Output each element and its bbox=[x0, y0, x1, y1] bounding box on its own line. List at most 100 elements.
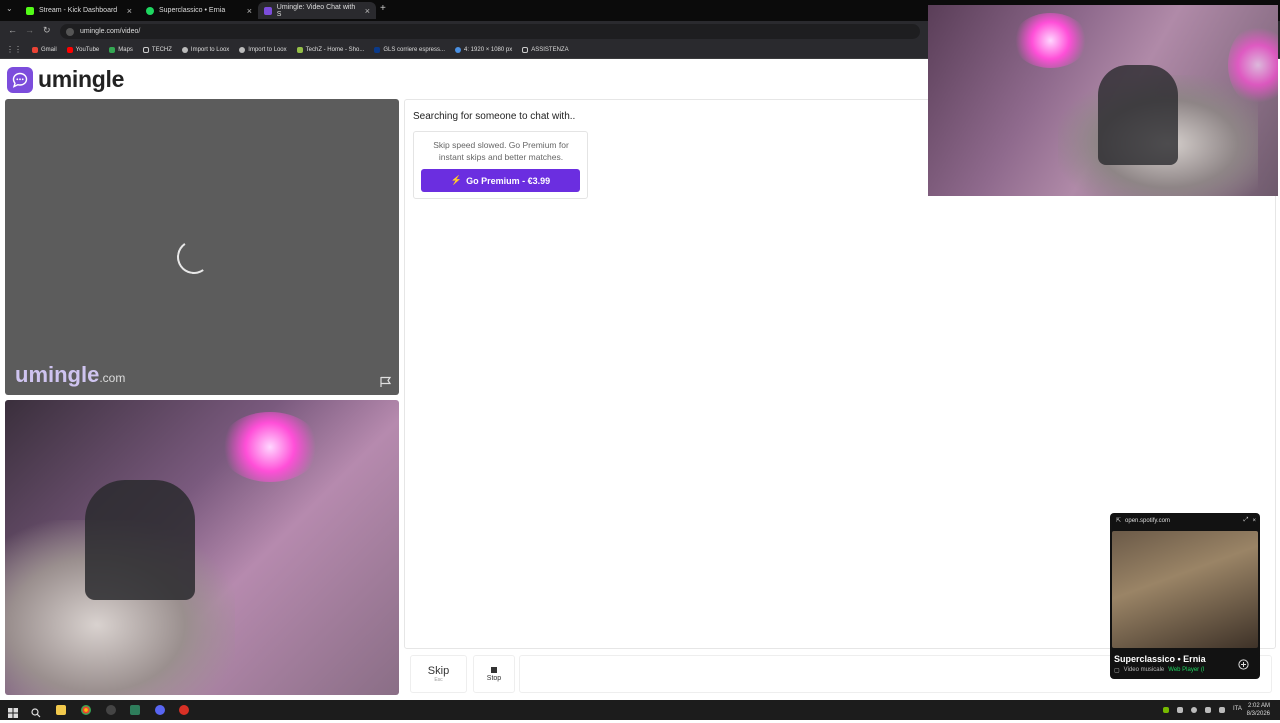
bookmark-import-loox-1[interactable]: Import to Loox bbox=[181, 46, 230, 53]
add-icon[interactable] bbox=[1238, 657, 1249, 675]
discord-icon[interactable] bbox=[155, 705, 165, 715]
spotify-header: ⇱ open.spotify.com ⤢ × bbox=[1116, 517, 1256, 524]
tab-search-icon[interactable]: ⌄ bbox=[6, 4, 13, 13]
track-title: Superclassico • Ernia bbox=[1114, 654, 1206, 664]
search-icon[interactable] bbox=[31, 705, 41, 718]
folder-icon bbox=[142, 46, 149, 53]
tab-label: Stream - Kick Dashboard bbox=[39, 7, 118, 14]
tab-umingle[interactable]: Umingle: Video Chat with S × bbox=[258, 2, 376, 19]
gls-icon bbox=[374, 46, 381, 53]
url-input[interactable]: umingle.com/video/ bbox=[60, 24, 920, 39]
bookmark-label: GLS corriere espress... bbox=[383, 46, 446, 53]
bookmark-label: YouTube bbox=[75, 46, 100, 53]
chrome-icon[interactable] bbox=[81, 705, 91, 715]
bookmark-maps[interactable]: Maps bbox=[109, 46, 133, 53]
bookmark-resolution[interactable]: 4: 1920 × 1080 px bbox=[455, 46, 513, 53]
bookmark-techz-home[interactable]: TechZ - Home - Sho... bbox=[296, 46, 365, 53]
logo-text: umingle bbox=[38, 66, 125, 92]
close-icon[interactable]: × bbox=[1252, 518, 1256, 524]
windows-taskbar: ITA 2:02 AM 8/3/2026 bbox=[0, 700, 1280, 720]
gmail-icon bbox=[32, 46, 38, 53]
track-subtitle: ▢ Video musicale Web Player (I bbox=[1114, 667, 1205, 674]
globe-icon bbox=[455, 46, 462, 53]
back-icon[interactable]: ← bbox=[8, 25, 17, 35]
close-icon[interactable]: × bbox=[247, 6, 252, 16]
tray-icon[interactable] bbox=[1191, 707, 1197, 713]
system-clock[interactable]: 2:02 AM 8/3/2026 bbox=[1247, 702, 1270, 718]
bookmark-label: ASSISTENZA bbox=[531, 46, 569, 53]
bookmark-techz[interactable]: TECHZ bbox=[142, 46, 172, 53]
premium-button-label: Go Premium - €3.99 bbox=[466, 175, 551, 186]
watermark-main: umingle bbox=[15, 362, 100, 387]
site-logo[interactable]: umingle bbox=[7, 66, 124, 93]
tab-label: Umingle: Video Chat with S bbox=[276, 3, 356, 18]
reload-icon[interactable]: ↻ bbox=[43, 25, 51, 36]
maps-icon bbox=[109, 46, 116, 53]
apps-icon[interactable]: ⋮⋮ bbox=[6, 45, 22, 54]
nvidia-tray-icon[interactable] bbox=[1163, 707, 1169, 713]
bookmark-import-loox-2[interactable]: Import to Loox bbox=[239, 46, 287, 53]
language-indicator[interactable]: ITA bbox=[1233, 706, 1242, 712]
globe-icon bbox=[181, 46, 188, 53]
clock-date: 8/3/2026 bbox=[1246, 711, 1270, 717]
stop-label: Stop bbox=[486, 674, 502, 682]
track-type: Video musicale bbox=[1123, 667, 1165, 673]
volume-icon[interactable] bbox=[1219, 707, 1225, 713]
new-tab-button[interactable]: + bbox=[380, 3, 386, 14]
neon-light bbox=[1013, 13, 1088, 68]
watermark-suffix: .com bbox=[99, 371, 126, 385]
self-video bbox=[5, 400, 399, 695]
site-info-icon[interactable] bbox=[66, 27, 74, 36]
app-icon[interactable] bbox=[179, 705, 189, 715]
bookmark-label: Import to Loox bbox=[190, 46, 230, 53]
forward-icon[interactable]: → bbox=[25, 25, 34, 35]
bookmark-label: TechZ - Home - Sho... bbox=[305, 46, 365, 53]
report-flag-icon[interactable] bbox=[379, 375, 393, 393]
file-explorer-icon[interactable] bbox=[56, 705, 66, 715]
clock-time: 2:02 AM bbox=[1247, 703, 1270, 709]
close-icon[interactable]: × bbox=[365, 6, 370, 16]
bookmark-youtube[interactable]: YouTube bbox=[66, 46, 100, 53]
youtube-icon bbox=[66, 46, 73, 53]
tab-kick-dashboard[interactable]: Stream - Kick Dashboard × bbox=[20, 2, 138, 19]
tab-spotify[interactable]: Superclassico • Ernia × bbox=[140, 2, 258, 19]
bookmark-label: Import to Loox bbox=[248, 46, 287, 53]
go-premium-button[interactable]: ⚡ Go Premium - €3.99 bbox=[421, 169, 580, 192]
umingle-icon bbox=[264, 6, 272, 15]
globe-icon bbox=[239, 46, 246, 53]
bookmark-label: Maps bbox=[118, 46, 133, 53]
skip-button[interactable]: Skip Esc bbox=[410, 655, 467, 693]
close-icon[interactable]: × bbox=[127, 6, 132, 16]
gaming-chair bbox=[85, 480, 195, 600]
video-icon: ▢ bbox=[1114, 668, 1120, 674]
windows-start-icon[interactable] bbox=[8, 705, 18, 718]
skip-label: Skip bbox=[427, 665, 450, 677]
obs-icon[interactable] bbox=[106, 705, 116, 715]
chat-bubble-icon bbox=[7, 66, 33, 93]
search-status: Searching for someone to chat with.. bbox=[413, 111, 576, 122]
stop-button[interactable]: Stop bbox=[473, 655, 515, 693]
skip-shortcut: Esc bbox=[434, 677, 443, 683]
url-text: umingle.com/video/ bbox=[80, 28, 141, 35]
expand-icon[interactable]: ⤢ bbox=[1244, 517, 1249, 524]
bookmark-label: TECHZ bbox=[151, 46, 172, 53]
neon-light bbox=[220, 412, 320, 482]
kick-icon bbox=[26, 6, 34, 15]
shopify-icon bbox=[296, 46, 303, 53]
bookmark-assistenza[interactable]: ASSISTENZA bbox=[522, 46, 569, 53]
gaming-chair bbox=[1098, 65, 1178, 165]
spotify-icon bbox=[146, 6, 154, 15]
spotify-source: open.spotify.com bbox=[1125, 517, 1170, 524]
premium-note: Skip speed slowed. Go Premium for instan… bbox=[433, 140, 569, 162]
folder-icon bbox=[522, 46, 529, 53]
pip-icon: ⇱ bbox=[1116, 518, 1122, 524]
lightning-icon: ⚡ bbox=[450, 175, 463, 185]
bookmark-gmail[interactable]: Gmail bbox=[32, 46, 57, 53]
tray-icon[interactable] bbox=[1177, 707, 1183, 713]
app-icon[interactable] bbox=[130, 705, 140, 715]
bookmark-gls[interactable]: GLS corriere espress... bbox=[374, 46, 446, 53]
stop-icon bbox=[491, 666, 497, 673]
network-icon[interactable] bbox=[1205, 707, 1211, 713]
bookmark-label: 4: 1920 × 1080 px bbox=[464, 46, 513, 53]
spotify-device[interactable]: Web Player (I bbox=[1168, 667, 1204, 674]
